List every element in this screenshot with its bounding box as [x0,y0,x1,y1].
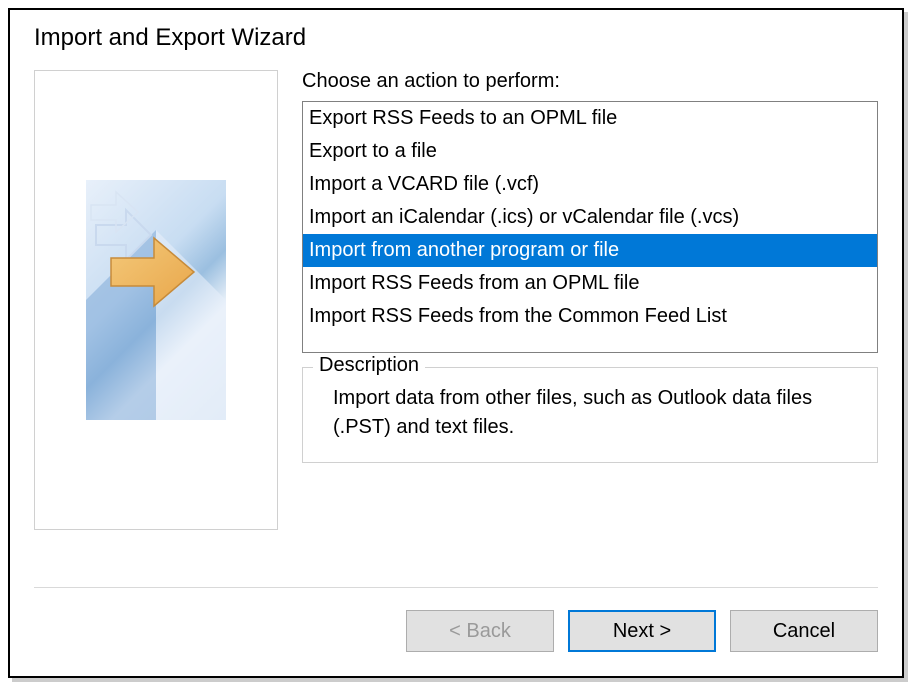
main-area: Choose an action to perform: Export RSS … [302,70,878,530]
prompt-label: Choose an action to perform: [302,70,878,93]
title-bar: Import and Export Wizard [10,10,902,70]
action-listbox[interactable]: Export RSS Feeds to an OPML fileExport t… [302,101,878,353]
divider [34,587,878,588]
action-item[interactable]: Import an iCalendar (.ics) or vCalendar … [303,201,877,234]
action-item[interactable]: Export to a file [303,135,877,168]
action-item[interactable]: Import RSS Feeds from the Common Feed Li… [303,300,877,333]
description-text: Import data from other files, such as Ou… [323,384,857,442]
dialog-title: Import and Export Wizard [34,24,878,52]
action-item[interactable]: Export RSS Feeds to an OPML file [303,102,877,135]
button-row: < Back Next > Cancel [406,610,878,652]
action-item[interactable]: Import RSS Feeds from an OPML file [303,267,877,300]
wizard-dialog: Import and Export Wizard [8,8,904,678]
back-button[interactable]: < Back [406,610,554,652]
arrow-icon [86,180,226,420]
description-group: Description Import data from other files… [302,367,878,463]
wizard-image-panel [34,70,278,530]
description-legend: Description [313,354,425,377]
next-button[interactable]: Next > [568,610,716,652]
action-item[interactable]: Import from another program or file [303,234,877,267]
cancel-button[interactable]: Cancel [730,610,878,652]
wizard-arrow-graphic [86,180,226,420]
action-item[interactable]: Import a VCARD file (.vcf) [303,168,877,201]
content-area: Choose an action to perform: Export RSS … [10,70,902,530]
